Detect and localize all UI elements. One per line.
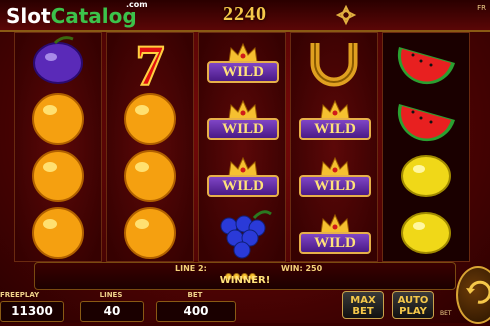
symbol-wild: WILD [291, 90, 377, 147]
grapes-icon [220, 210, 272, 259]
lines-label: LINES [99, 291, 123, 299]
wild-label: WILD [207, 61, 279, 83]
line-win-amount: WIN: 250 [281, 264, 323, 273]
orange-icon [32, 93, 84, 145]
top-bar: SlotCatalog .com 2240 FR [0, 0, 490, 32]
max-bet-button[interactable]: MAX BET [342, 291, 384, 319]
reel-4: WILD WILD WILD [290, 32, 378, 262]
symbol-plum [15, 33, 101, 90]
symbol-grapes [199, 204, 285, 261]
wild-label: WILD [299, 232, 371, 254]
symbol-seven: 7 [107, 32, 193, 99]
lines-value[interactable]: 40 [80, 301, 144, 322]
symbol-wild: WILD [199, 147, 285, 204]
symbol-wild: WILD [291, 147, 377, 204]
reel-5 [382, 32, 470, 262]
symbol-orange [107, 147, 193, 204]
watermelon-icon [397, 104, 455, 142]
win-info-bar: LINE 2: WIN: 250 WINNER! [34, 262, 456, 290]
total-win-display: 2240 [223, 3, 267, 25]
symbol-orange [15, 147, 101, 204]
orange-icon [32, 207, 84, 259]
freeplay-label: FREEPLAY [0, 291, 40, 299]
wild-label: WILD [207, 175, 279, 197]
symbol-watermelon [383, 90, 469, 147]
seven-icon: 7 [135, 32, 166, 99]
symbol-horseshoe [291, 33, 377, 90]
spin-button[interactable] [456, 266, 490, 324]
fullscreen-label[interactable]: FR [477, 4, 486, 12]
game-stage: SlotCatalog .com 2240 FR 7 WILD WILD WIL… [0, 0, 490, 324]
auto-play-button[interactable]: AUTO PLAY [392, 291, 434, 319]
bet-value[interactable]: 400 [156, 301, 236, 322]
symbol-wild: WILD [291, 204, 377, 261]
orange-icon [124, 207, 176, 259]
watermelon-icon [397, 47, 455, 85]
wild-label: WILD [299, 175, 371, 197]
reel-2: 7 [106, 32, 194, 262]
lucky-clover-icon [335, 4, 357, 26]
symbol-lemon [383, 147, 469, 204]
orange-icon [124, 93, 176, 145]
symbol-orange [15, 90, 101, 147]
spin-arrow-icon [466, 280, 490, 304]
freeplay-value: 11300 [0, 301, 64, 322]
slotcatalog-logo: SlotCatalog .com [6, 0, 148, 28]
symbol-wild: WILD [199, 33, 285, 90]
lemon-icon [401, 212, 451, 254]
symbol-orange [107, 90, 193, 147]
symbol-orange [107, 204, 193, 261]
symbol-orange [15, 204, 101, 261]
orange-icon [32, 150, 84, 202]
reel-1 [14, 32, 102, 262]
wild-label: WILD [207, 118, 279, 140]
symbol-watermelon [383, 33, 469, 90]
symbol-wild: WILD [199, 90, 285, 147]
horseshoe-icon [310, 43, 358, 87]
winner-status: WINNER! [219, 275, 271, 286]
lemon-icon [401, 155, 451, 197]
bet-label: BET [187, 291, 203, 299]
plum-icon [33, 36, 83, 84]
orange-icon [124, 150, 176, 202]
svg-text:7: 7 [136, 33, 165, 90]
reel-3: WILD WILD WILD [198, 32, 286, 262]
symbol-lemon [383, 204, 469, 261]
wild-label: WILD [299, 118, 371, 140]
side-bet-label: BET [440, 310, 452, 317]
win-line-label: LINE 2: [175, 264, 207, 273]
